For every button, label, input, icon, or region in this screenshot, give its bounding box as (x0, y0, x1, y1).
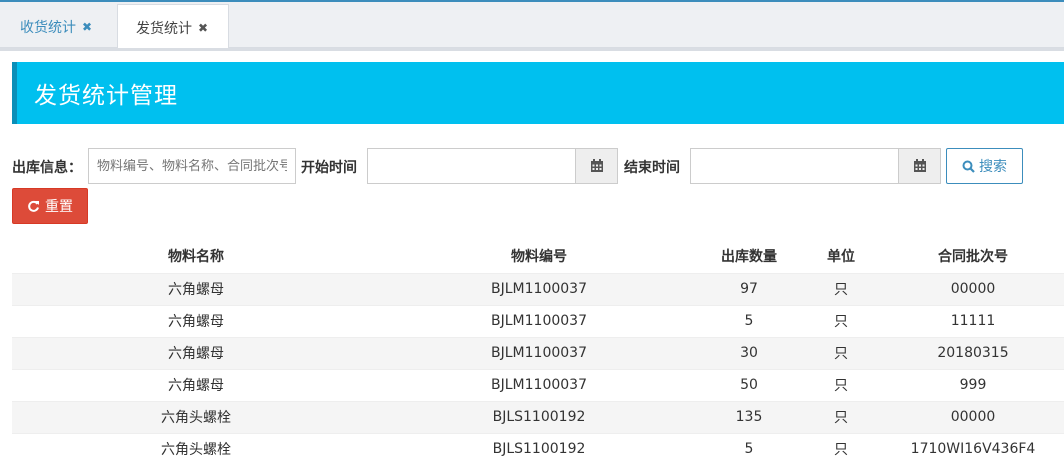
col-outbound-qty[interactable]: 出库数量 (698, 240, 800, 273)
cell-material-name: 六角螺母 (168, 346, 224, 362)
cell-material-name: 六角螺母 (168, 282, 224, 298)
cell-contract-batch: 00000 (950, 281, 996, 297)
search-button[interactable]: 搜索 (946, 148, 1023, 184)
start-time-input[interactable] (367, 148, 576, 184)
start-calendar-button[interactable] (575, 148, 618, 184)
table-row[interactable]: 六角螺母 BJLM1100037 30 只 20180315 (12, 337, 1064, 369)
cell-unit: 只 (834, 442, 848, 459)
cell-material-name: 六角螺母 (168, 314, 224, 330)
cell-unit: 只 (834, 314, 848, 330)
cell-material-code: BJLM1100037 (491, 313, 587, 329)
col-contract-batch[interactable]: 合同批次号 (882, 240, 1064, 273)
table-row[interactable]: 六角螺母 BJLM1100037 97 只 00000 (12, 273, 1064, 305)
col-material-code[interactable]: 物料编号 (380, 240, 698, 273)
close-icon[interactable]: ✖ (82, 20, 92, 34)
close-icon[interactable]: ✖ (198, 21, 208, 35)
cell-material-code: BJLS1100192 (492, 441, 586, 458)
outbound-info-input[interactable] (97, 158, 287, 174)
reset-button[interactable]: 重置 (12, 188, 88, 224)
cell-outbound-qty: 30 (740, 345, 758, 361)
cell-contract-batch: 00000 (950, 409, 996, 425)
cell-outbound-qty: 97 (740, 281, 758, 297)
cell-material-name: 六角螺母 (168, 378, 224, 394)
col-unit[interactable]: 单位 (800, 240, 882, 273)
tab-label: 收货统计 (20, 19, 76, 36)
search-label: 搜索 (979, 159, 1007, 175)
cell-contract-batch: 999 (959, 377, 987, 393)
shipping-stats-table: 物料名称 物料编号 出库数量 单位 合同批次号 六角螺母 BJLM1100037… (12, 240, 1064, 465)
end-calendar-button[interactable] (898, 148, 941, 184)
cell-contract-batch: 1710WI16V436F4 (910, 441, 1036, 458)
outbound-info-label: 出库信息： (12, 160, 82, 176)
reset-label: 重置 (45, 199, 73, 215)
col-material-name[interactable]: 物料名称 (12, 240, 380, 273)
table-header-row: 物料名称 物料编号 出库数量 单位 合同批次号 (12, 240, 1064, 273)
cell-unit: 只 (834, 378, 848, 394)
cell-material-name: 六角头螺栓 (161, 442, 231, 459)
tab-shipping-stats[interactable]: 发货统计 ✖ (117, 4, 229, 50)
search-icon (962, 160, 975, 173)
cell-contract-batch: 11111 (950, 313, 996, 329)
cell-outbound-qty: 135 (735, 409, 763, 425)
calendar-icon (590, 159, 603, 172)
start-time-label: 开始时间 (301, 160, 357, 176)
cell-material-code: BJLM1100037 (491, 377, 587, 393)
table-row[interactable]: 六角头螺栓 BJLS1100192 5 只 1710WI16V436F4 (12, 433, 1064, 465)
page-title: 发货统计管理 (34, 83, 178, 109)
refresh-icon (28, 200, 39, 212)
end-time-label: 结束时间 (624, 160, 680, 176)
outbound-info-field[interactable] (88, 148, 296, 184)
cell-outbound-qty: 5 (744, 441, 754, 458)
calendar-icon (913, 159, 926, 172)
cell-unit: 只 (834, 282, 848, 298)
cell-unit: 只 (834, 410, 848, 426)
table-row[interactable]: 六角螺母 BJLM1100037 5 只 11111 (12, 305, 1064, 337)
cell-outbound-qty: 50 (740, 377, 758, 393)
tab-label: 发货统计 (136, 20, 192, 37)
cell-material-code: BJLS1100192 (492, 409, 586, 425)
tab-receiving-stats[interactable]: 收货统计 ✖ (0, 4, 113, 49)
end-time-input[interactable] (690, 148, 899, 184)
cell-unit: 只 (834, 346, 848, 362)
table-row[interactable]: 六角螺母 BJLM1100037 50 只 999 (12, 369, 1064, 401)
page-header: 发货统计管理 (12, 62, 1064, 124)
cell-outbound-qty: 5 (744, 313, 754, 329)
cell-material-code: BJLM1100037 (491, 281, 587, 297)
tab-bar: 收货统计 ✖ 发货统计 ✖ (0, 2, 1064, 50)
divider (0, 48, 1064, 51)
cell-contract-batch: 20180315 (937, 345, 1009, 361)
table-row[interactable]: 六角头螺栓 BJLS1100192 135 只 00000 (12, 401, 1064, 433)
cell-material-code: BJLM1100037 (491, 345, 587, 361)
cell-material-name: 六角头螺栓 (161, 410, 231, 426)
